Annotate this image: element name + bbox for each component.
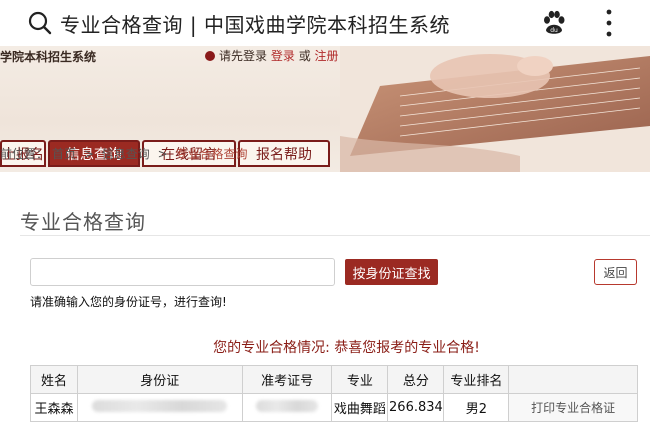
input-hint: 请准确输入您的身份证号，进行查询!: [30, 295, 227, 309]
cell-id-number-redacted: [76, 393, 243, 422]
search-by-id-button[interactable]: 按身份证查找: [345, 259, 438, 285]
svg-text:du: du: [550, 27, 558, 34]
browser-page-title: 专业合格查询 | 中国戏曲学院本科招生系统: [60, 13, 450, 37]
table-header-row: 姓名 身份证 准考证号 专业 总分 专业排名: [30, 365, 638, 394]
breadcrumb: 前位置： 首页 > 信息查询 > 专业合格查询: [0, 145, 650, 172]
cell-major-rank: 男2: [443, 393, 510, 422]
login-area: 请先登录 登录 或 注册: [205, 47, 339, 64]
page-root: { "browser": { "title": "专业合格查询 | 中国戏曲学院…: [0, 0, 650, 445]
user-icon: [205, 51, 215, 61]
login-link[interactable]: 登录: [271, 49, 295, 63]
header-name: 姓名: [30, 365, 78, 394]
register-link[interactable]: 注册: [315, 49, 339, 63]
breadcrumb-home[interactable]: 首页: [52, 147, 76, 161]
result-label: 您的专业合格情况:: [213, 340, 330, 356]
result-table: 姓名 身份证 准考证号 专业 总分 专业排名 王森森 戏曲舞蹈 266.834 …: [30, 365, 638, 422]
more-options-icon[interactable]: [606, 8, 612, 38]
redacted-exam-number: [256, 399, 319, 412]
page-title: 专业合格查询: [20, 210, 146, 234]
id-number-input[interactable]: [30, 258, 335, 286]
breadcrumb-parent[interactable]: 信息查询: [102, 147, 150, 161]
breadcrumb-separator: >: [157, 147, 168, 161]
header-action: [508, 365, 638, 394]
header-major-rank: 专业排名: [443, 365, 510, 394]
login-prompt: 请先登录: [219, 49, 268, 63]
table-row: 王森森 戏曲舞蹈 266.834 男2 打印专业合格证: [30, 393, 638, 422]
cell-major: 戏曲舞蹈: [331, 393, 389, 422]
search-icon[interactable]: [28, 11, 52, 35]
school-name: 学院本科招生系统: [0, 50, 97, 64]
print-certificate-button[interactable]: 打印专业合格证: [509, 394, 637, 421]
header-total-score: 总分: [387, 365, 445, 394]
cell-name: 王森森: [30, 393, 78, 422]
cell-total-score: 266.834: [387, 393, 445, 422]
back-button[interactable]: 返回: [594, 259, 637, 285]
or-text: 或: [298, 49, 311, 63]
redacted-id-number: [92, 399, 228, 412]
baidu-paw-icon[interactable]: du: [541, 10, 567, 36]
header-exam-number: 准考证号: [241, 365, 333, 394]
breadcrumb-current: 专业合格查询: [175, 147, 248, 161]
browser-top-bar: 专业合格查询 | 中国戏曲学院本科招生系统 du: [0, 0, 650, 46]
cell-action: 打印专业合格证: [508, 393, 638, 422]
title-divider: [20, 235, 650, 236]
header-major: 专业: [331, 365, 389, 394]
result-message: 您的专业合格情况: 恭喜您报考的专业合格!: [0, 337, 650, 357]
result-text: 恭喜您报考的专业合格!: [334, 340, 480, 356]
breadcrumb-prefix: 前位置：: [0, 147, 49, 161]
header-id-number: 身份证: [76, 365, 243, 394]
breadcrumb-separator: >: [83, 147, 94, 161]
cell-exam-number-redacted: [241, 393, 333, 422]
